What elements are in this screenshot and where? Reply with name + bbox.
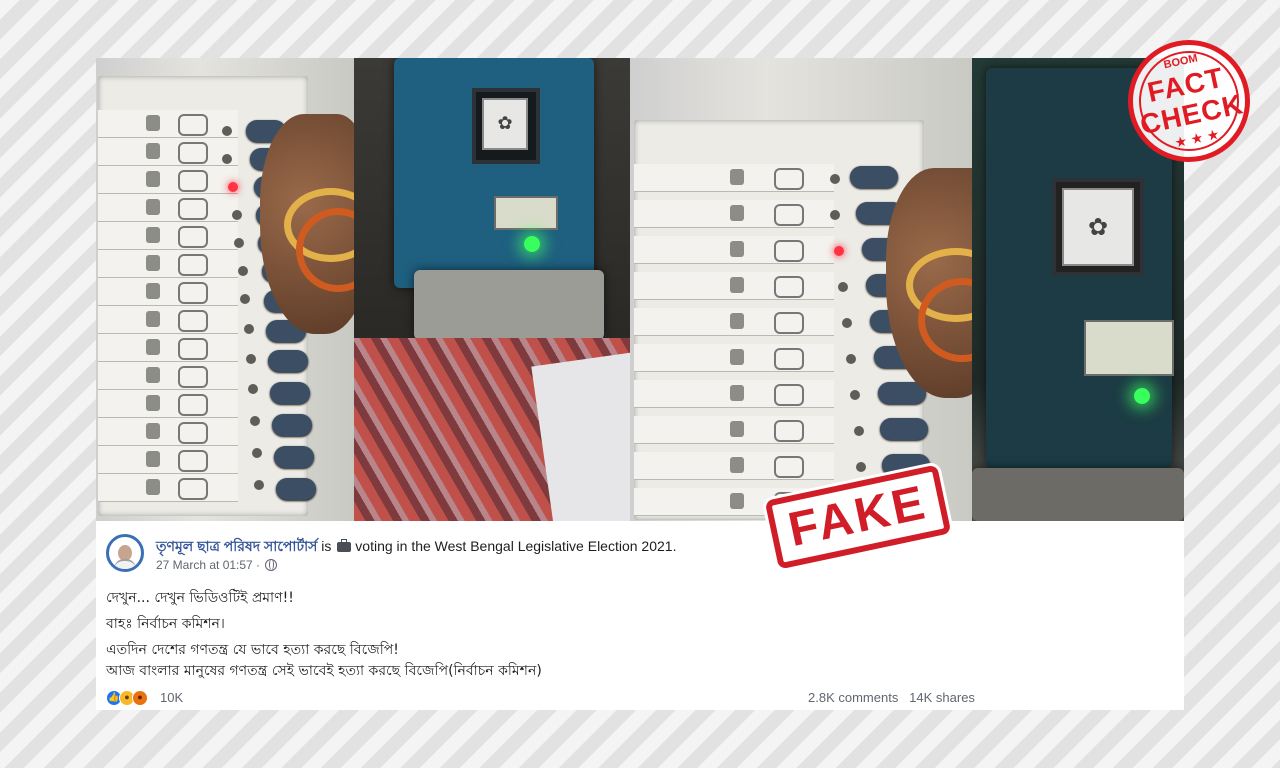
suitcase-icon [337, 539, 352, 552]
video-frames[interactable]: ✿ ✿ [96, 58, 1184, 521]
vvpat-green-light [524, 236, 540, 252]
evm-ballot-frame-1 [96, 58, 354, 521]
lotus-symbol-icon: ✿ [1087, 214, 1109, 241]
post-line-2: বাহঃ নির্বাচন কমিশন। [106, 616, 225, 632]
ballot-unit [634, 120, 930, 520]
shares-count[interactable]: 14K shares [909, 690, 975, 705]
verb-text: is [321, 538, 332, 554]
vvpat-frame-1: ✿ [354, 58, 630, 521]
lotus-symbol-icon: ✿ [497, 113, 513, 133]
post-card: ✿ ✿ তৃণমূল ছাত্র পরিষদ সাপোর্টার্স is vo… [96, 58, 1184, 710]
engagement-stats: 2.8K comments 14K shares [808, 690, 975, 705]
post-headline: তৃণমূল ছাত্র পরিষদ সাপোর্টার্স is voting… [156, 535, 676, 559]
post-line-1: দেখুন... দেখুন ভিডিওটিই প্রমাণ!! [106, 590, 294, 606]
evm-ballot-frame-2 [630, 58, 972, 521]
comments-count[interactable]: 2.8K comments [808, 690, 898, 705]
ballot-red-lamp [834, 246, 844, 256]
post-meta: 27 March at 01:57 · [156, 558, 278, 572]
page-name-link[interactable]: তৃণমূল ছাত্র পরিষদ সাপোর্টার্স [156, 538, 317, 554]
reaction-count[interactable]: 10K [160, 690, 183, 705]
ballot-red-lamp [228, 182, 238, 192]
vvpat-green-light [1134, 388, 1150, 404]
globe-icon [265, 559, 278, 571]
post-timestamp[interactable]: 27 March at 01:57 · [156, 558, 260, 572]
angry-reaction-icon: ● [132, 690, 148, 706]
activity-text: voting in the West Bengal Legislative El… [355, 538, 677, 554]
page-avatar[interactable] [106, 534, 144, 572]
post-line-4: আজ বাংলার মানুষের গণতন্ত্র সেই ভাবেই হত্… [106, 663, 542, 679]
